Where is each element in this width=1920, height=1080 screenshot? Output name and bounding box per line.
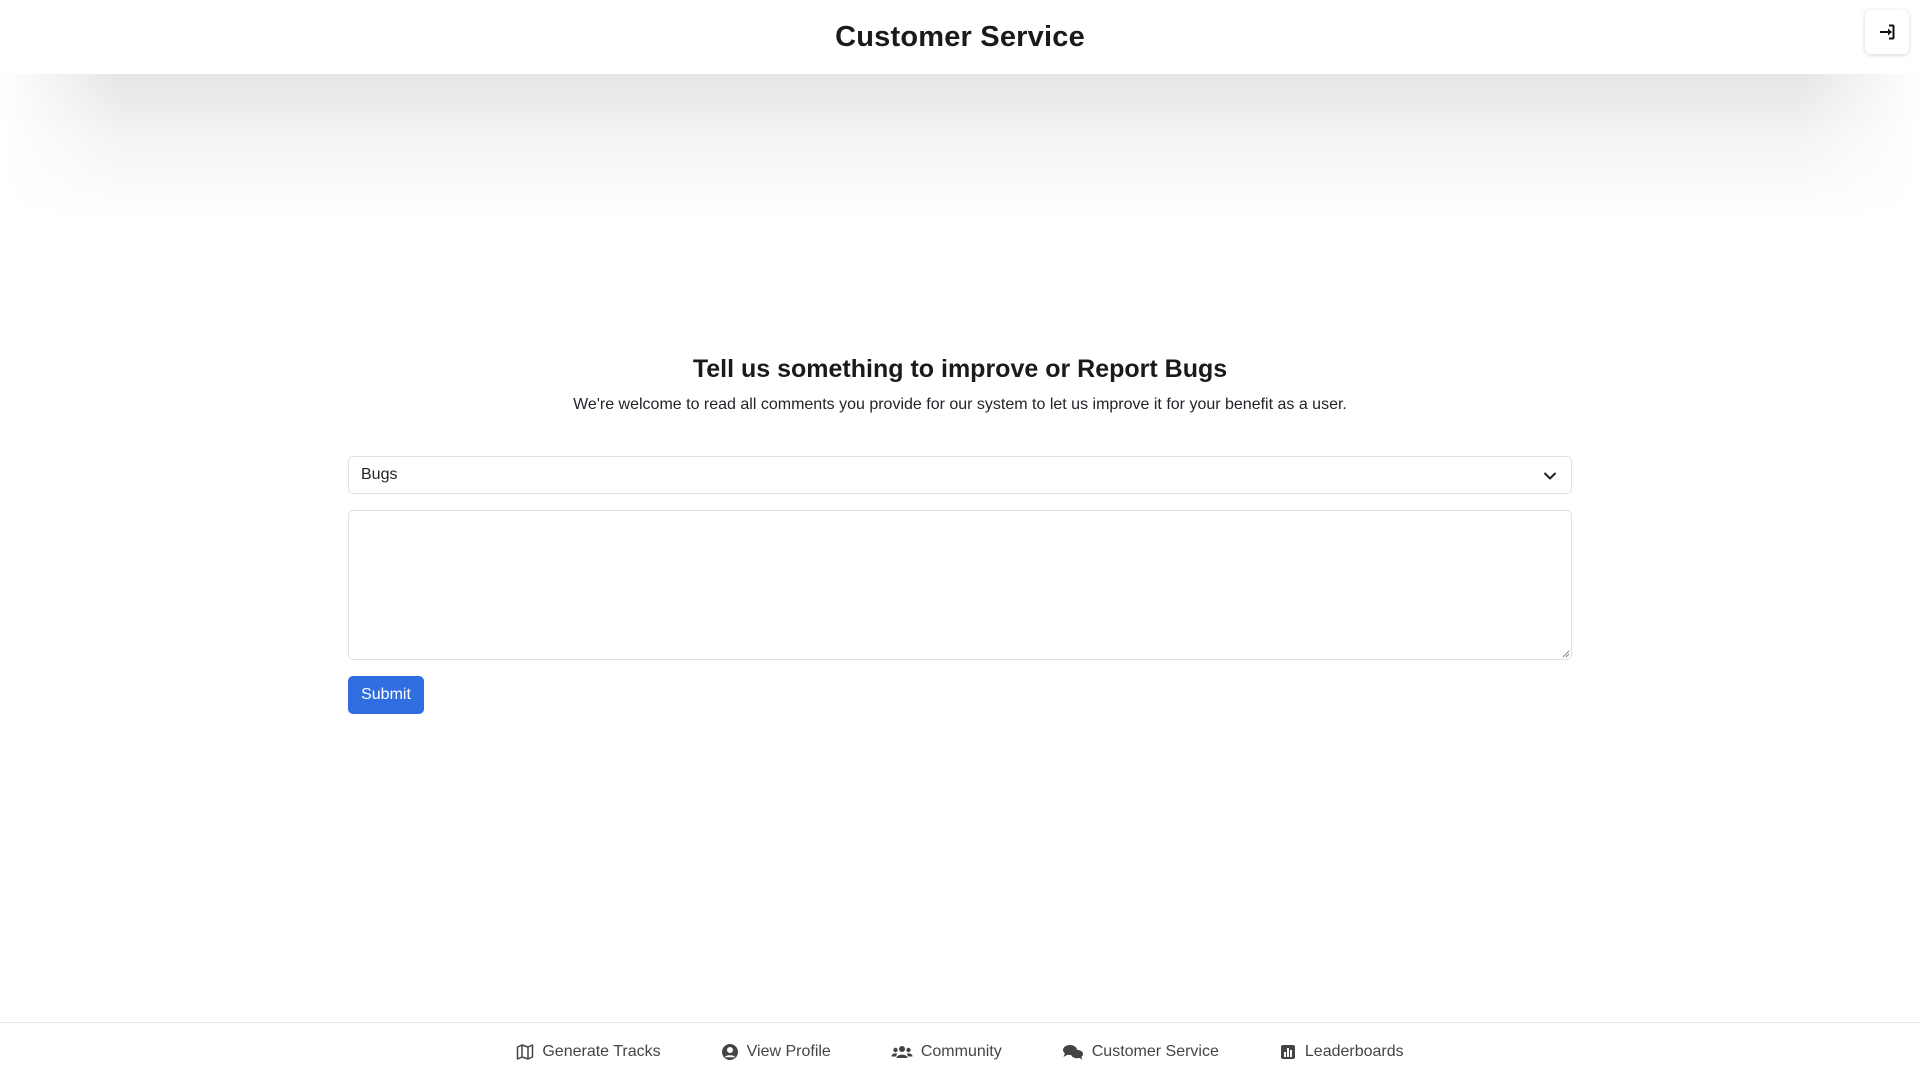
top-header: Customer Service <box>0 0 1920 74</box>
nav-item-view-profile[interactable]: View Profile <box>721 1043 831 1061</box>
login-button[interactable] <box>1865 10 1909 54</box>
nav-item-label: Leaderboards <box>1304 1042 1404 1060</box>
page-title: Customer Service <box>835 20 1085 53</box>
form-heading: Tell us something to improve or Report B… <box>692 355 1228 383</box>
header-shadow <box>0 74 1920 224</box>
chevron-down-icon <box>1544 472 1556 480</box>
feedback-form: Tell us something to improve or Report B… <box>348 355 1572 714</box>
nav-item-community[interactable]: Community <box>891 1043 1002 1061</box>
sign-in-icon <box>1880 24 1895 40</box>
nav-item-label: Generate Tracks <box>542 1042 661 1060</box>
nav-item-label: Customer Service <box>1091 1042 1219 1060</box>
map-icon <box>517 1043 534 1060</box>
users-icon <box>891 1045 913 1058</box>
form-description: We're welcome to read all comments you p… <box>573 396 1347 413</box>
nav-item-label: Community <box>920 1042 1002 1060</box>
bottom-nav: Generate Tracks View Profile Community C… <box>0 1022 1920 1080</box>
submit-button[interactable]: Submit <box>348 676 424 714</box>
category-select-value: Bugs <box>361 466 398 483</box>
nav-item-customer-service[interactable]: Customer Service <box>1062 1043 1219 1061</box>
resize-grip-icon[interactable] <box>1560 648 1570 658</box>
user-circle-icon <box>721 1043 738 1060</box>
nav-item-leaderboards[interactable]: Leaderboards <box>1279 1043 1404 1061</box>
nav-item-generate-tracks[interactable]: Generate Tracks <box>516 1042 661 1061</box>
nav-item-label: View Profile <box>746 1042 831 1060</box>
category-select[interactable]: Bugs <box>348 456 1572 494</box>
comment-textarea[interactable] <box>348 510 1572 660</box>
page: Customer Service Tell us something to im… <box>0 0 1920 1080</box>
chart-icon <box>1280 1044 1295 1059</box>
comments-icon <box>1062 1044 1083 1059</box>
